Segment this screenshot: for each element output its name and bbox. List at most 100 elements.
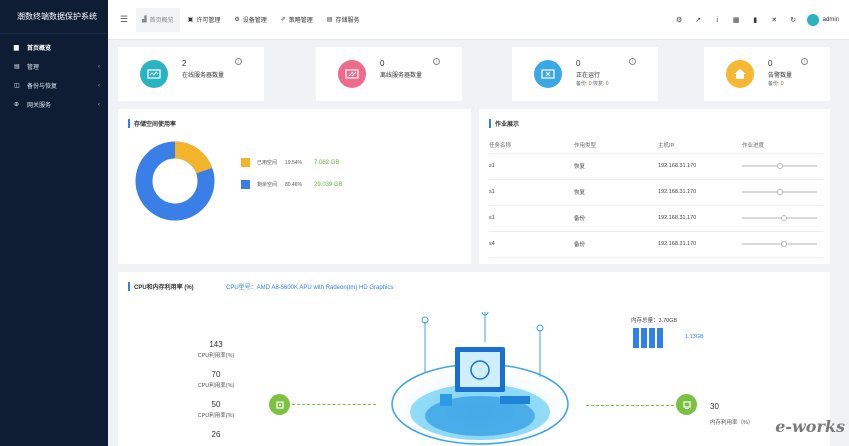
cpu-panel: CPU和内存利用率 (%) CPU型号：AMD A8-5600K APU wit… [118, 272, 830, 446]
legend-swatch-free [241, 180, 250, 189]
progress-slider[interactable] [742, 241, 817, 247]
sidebar-item-gateway[interactable]: ⊕ 网关服务 ‹ [0, 95, 108, 114]
stat-sub-prefix: 备份: [768, 81, 781, 87]
legend-swatch-used [241, 158, 250, 167]
info-icon[interactable]: ! [629, 58, 636, 65]
fullscreen-icon[interactable]: ✕ [765, 16, 784, 24]
refresh-icon[interactable]: ↻ [784, 16, 803, 24]
list-icon: ▤ [14, 64, 20, 70]
sidebar: 潮数终端数据保护系统 ▆ 首页概览 ▤ 管理 ‹ ◫ 备份与恢复 ‹ ⊕ 网关服… [0, 0, 108, 446]
sidebar-item-home[interactable]: ▆ 首页概览 [0, 38, 108, 57]
slider-knob[interactable] [781, 215, 787, 221]
sidebar-item-label: 首页概览 [27, 46, 52, 52]
briefcase-icon: ▣ [187, 17, 194, 23]
col-header-type[interactable]: 作用类型 [574, 137, 658, 154]
topbar-icons: ⚙ ↗ i ▦ ▮ ✕ ↻ admin [670, 0, 839, 40]
info-icon[interactable]: ! [433, 58, 440, 65]
memory-rate-label: 内存利用率（%） [710, 420, 754, 426]
memory-bars [633, 328, 663, 348]
jobs-table: 任务名称 作用类型 主机IP 作业进度 s1 恢复 192.168.31.170… [489, 137, 823, 258]
slider-knob[interactable] [776, 189, 783, 195]
memory-bar [641, 328, 647, 348]
username[interactable]: admin [823, 17, 839, 23]
col-header-ip[interactable]: 主机IP [658, 137, 742, 154]
stat-card-offline: 0 离线服务器数量 ! [316, 47, 462, 101]
job-progress [742, 231, 823, 258]
grid-icon[interactable]: ▦ [727, 16, 746, 24]
cpu-metric-value: 50 [211, 400, 221, 409]
tab-label: 存储服务 [335, 18, 360, 24]
info-icon[interactable]: i [708, 17, 727, 24]
tab-devices[interactable]: ⚙ 设备管理 [228, 8, 272, 32]
job-ip: 192.168.31.170 [658, 231, 742, 258]
jobs-title: 作业展示 [489, 119, 519, 128]
info-icon[interactable]: ! [235, 58, 242, 65]
sidebar-item-manage[interactable]: ▤ 管理 ‹ [0, 57, 108, 76]
job-progress [742, 205, 823, 232]
job-name: s1 [489, 179, 574, 206]
tab-label: 首页概览 [149, 18, 174, 24]
tab-home[interactable]: ▟ 首页概览 [136, 7, 180, 32]
monitor-icon [140, 60, 168, 88]
slider-track [742, 243, 817, 245]
job-type: 恢复 [574, 153, 658, 180]
stat-label: 在线服务器数量 [182, 73, 225, 79]
table-row[interactable]: s1 备份 192.168.31.170 [489, 205, 823, 232]
tab-policy[interactable]: ✐ 策略管理 [275, 8, 319, 32]
memory-total: 内存总量：3.70GB [631, 318, 678, 324]
settings-icon[interactable]: ⚙ [670, 16, 689, 24]
col-header-name[interactable]: 任务名称 [489, 137, 574, 154]
topbar: ☰ ▟ 首页概览 ▣ 许可管理 ⚙ 设备管理 ✐ 策略管理 ▤ 存储服务 ⚙ ↗… [108, 0, 849, 40]
cpu-metric-label: CPU利用率(%) [197, 383, 235, 389]
stat-sub-restore: 0 [605, 81, 609, 87]
legend-free: 剩余空间 80.46% 29.039 GB [241, 180, 343, 189]
tab-license[interactable]: ▣ 许可管理 [182, 8, 227, 32]
memory-node-icon [676, 394, 697, 415]
table-row[interactable]: s4 备份 192.168.31.170 [489, 231, 823, 258]
stat-sub: 备份: 0 [768, 80, 784, 87]
tab-label: 策略管理 [288, 18, 313, 24]
table-row[interactable]: s1 恢复 192.168.31.170 [489, 153, 823, 180]
legend-used-size: 7.062 GB [313, 159, 340, 166]
storage-title: 存储空间使用率 [128, 119, 176, 128]
sidebar-item-label: 备份与恢复 [27, 84, 58, 90]
cpu-metric-label: CPU利用率(%) [197, 413, 235, 419]
stat-value: 2 [182, 59, 187, 68]
sidebar-item-label: 管理 [27, 65, 40, 71]
cpu-model: CPU型号：AMD A8-5600K APU with Radeon(tm) H… [226, 285, 394, 291]
progress-slider[interactable] [742, 215, 817, 221]
chevron-left-icon: ‹ [98, 82, 100, 89]
stat-sub-prefix: 备份: [576, 81, 589, 87]
job-ip: 192.168.31.170 [658, 153, 742, 180]
job-ip: 192.168.31.170 [658, 179, 742, 206]
stat-sub-mid: 恢复: [591, 81, 606, 87]
slider-knob[interactable] [776, 163, 783, 169]
pin-icon[interactable]: ▮ [746, 16, 765, 24]
cpu-metric-value: 26 [211, 430, 221, 439]
menu-toggle-icon[interactable]: ☰ [114, 14, 134, 25]
progress-slider[interactable] [742, 163, 817, 169]
tab-storage[interactable]: ▤ 存储服务 [321, 8, 366, 32]
sidebar-item-backup[interactable]: ◫ 备份与恢复 ‹ [0, 76, 108, 95]
job-progress [742, 153, 823, 180]
stat-sub-backup: 0 [780, 81, 784, 87]
dashed-connector-left [292, 404, 376, 405]
sidebar-item-label: 网关服务 [27, 103, 52, 109]
memory-rate-value: 30 [710, 402, 719, 411]
table-header-row: 任务名称 作用类型 主机IP 作业进度 [489, 137, 823, 154]
storage-panel: 存储空间使用率 已用空间 19.54% 7.062 GB 剩余空间 80.46%… [118, 109, 471, 264]
stat-value: 0 [576, 59, 581, 68]
avatar[interactable] [806, 14, 819, 26]
table-row[interactable]: s1 恢复 192.168.31.170 [489, 179, 823, 206]
col-header-progress[interactable]: 作业进度 [742, 137, 823, 154]
job-progress [742, 179, 823, 206]
wrench-icon[interactable]: ↗ [689, 16, 708, 24]
legend-used: 已用空间 19.54% 7.062 GB [241, 158, 339, 167]
job-type: 恢复 [574, 179, 658, 206]
slider-knob[interactable] [781, 241, 787, 247]
legend-used-label: 已用空间 [257, 160, 278, 166]
info-icon[interactable]: ! [801, 58, 808, 65]
progress-slider[interactable] [742, 189, 817, 195]
chevron-left-icon: ‹ [98, 101, 100, 108]
edit-icon: ✐ [280, 17, 286, 23]
